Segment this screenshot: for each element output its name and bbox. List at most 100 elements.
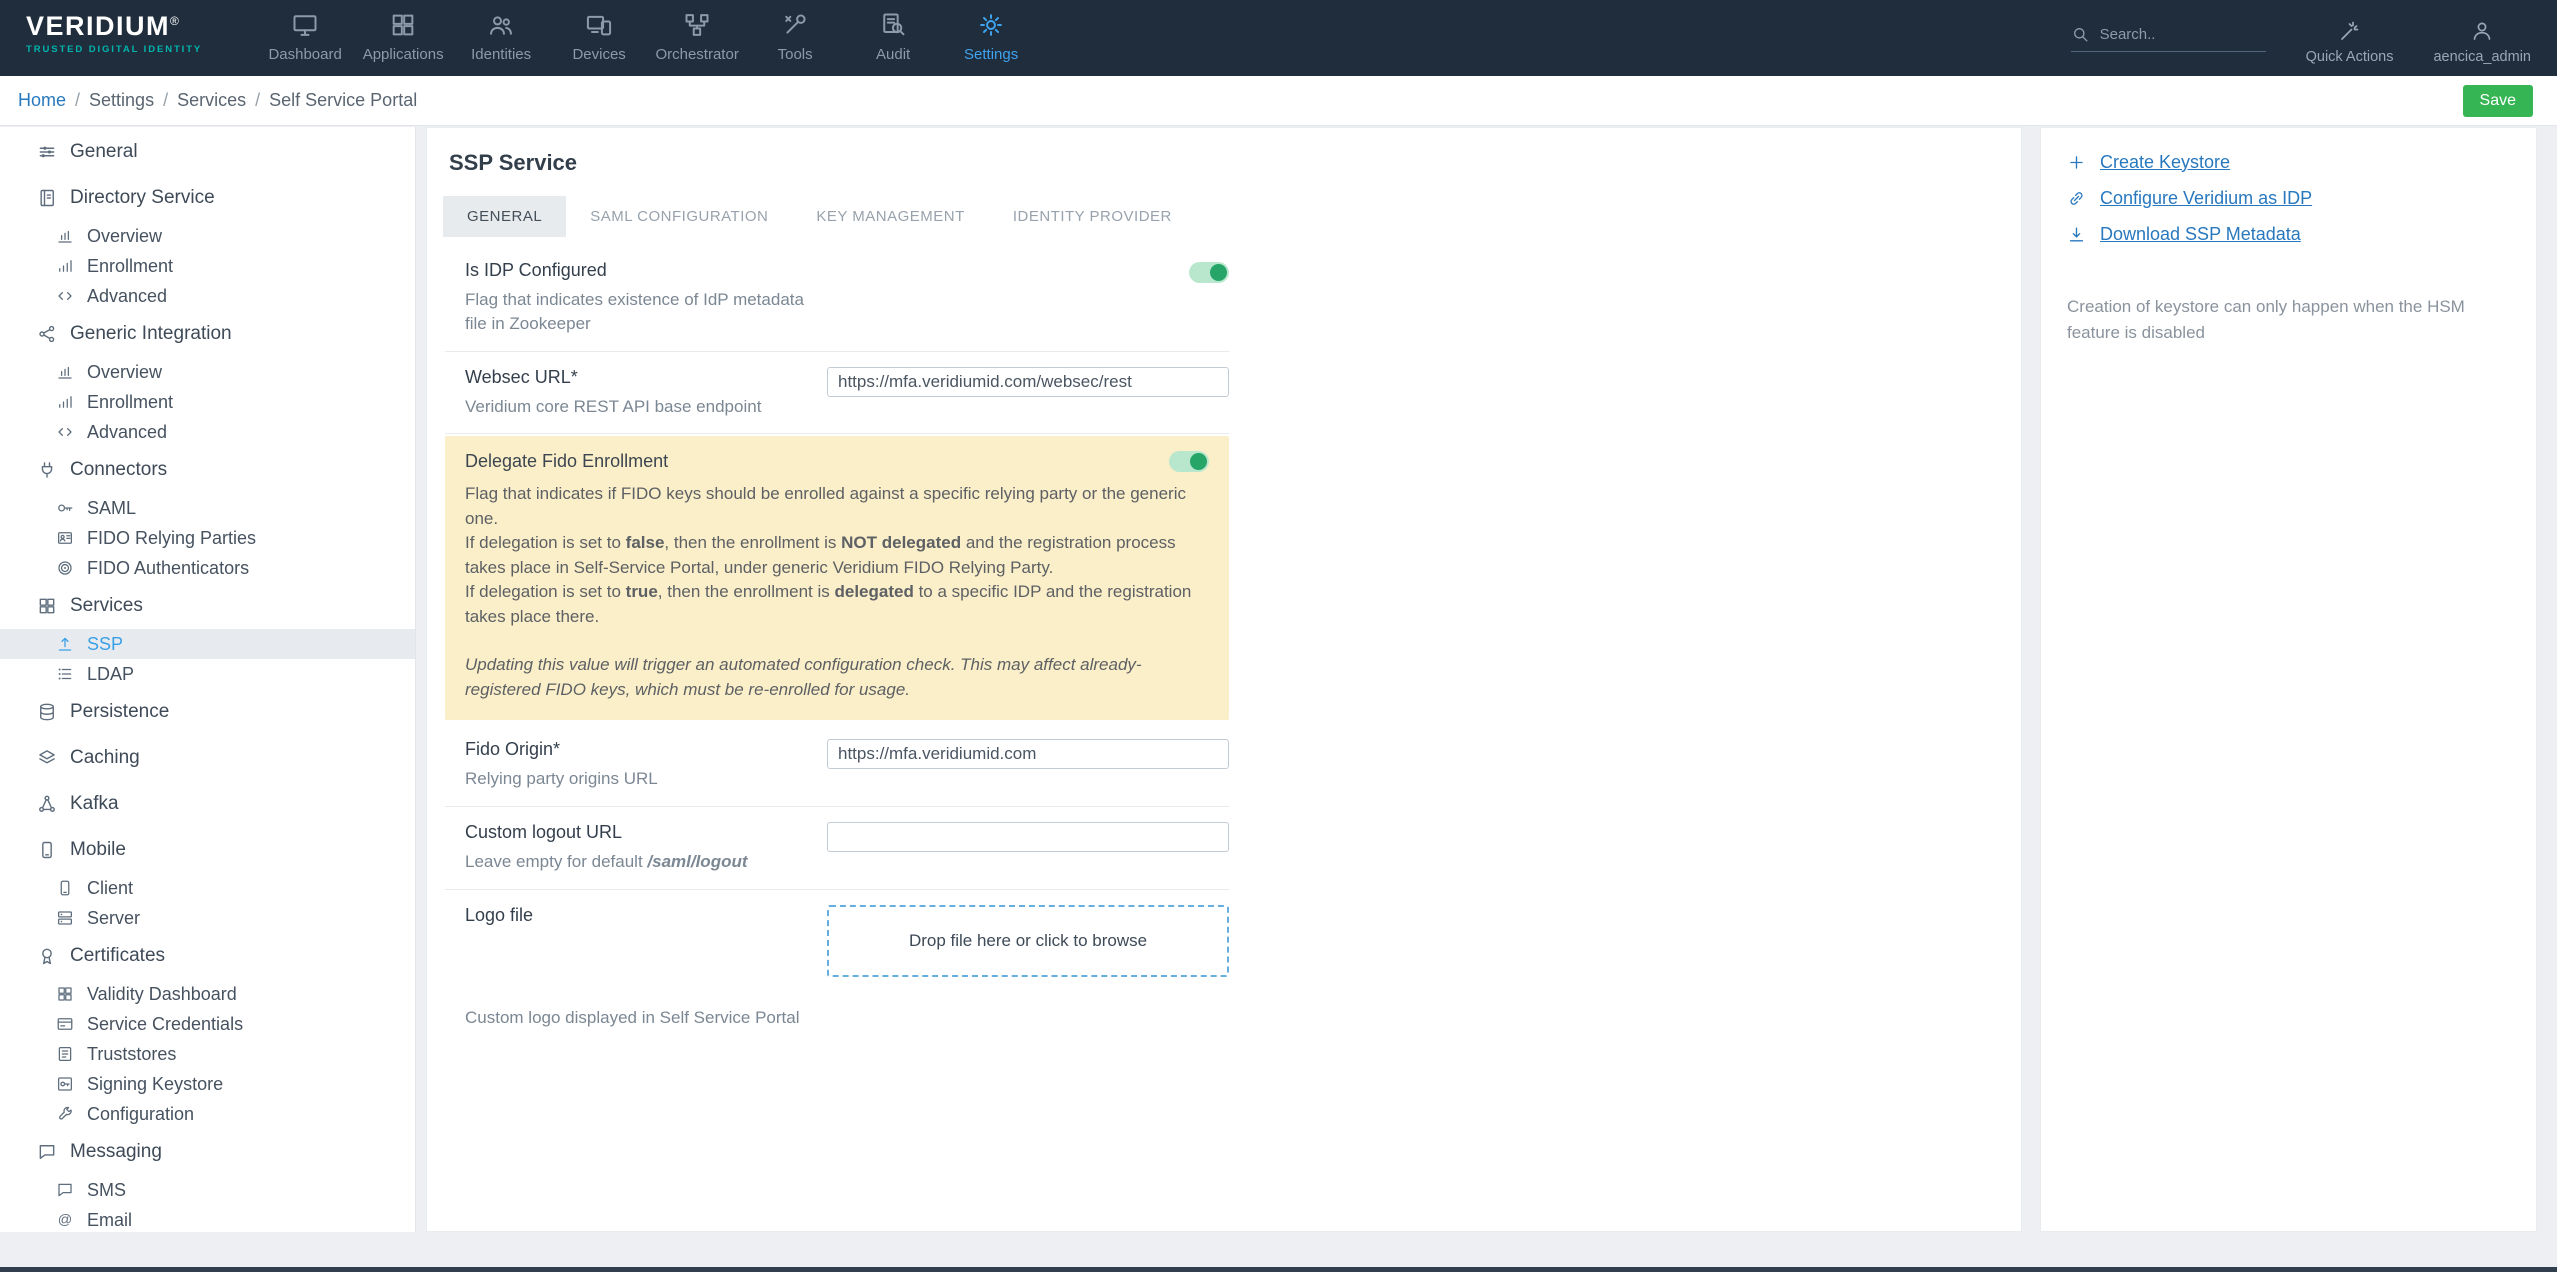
- sidebar-item-sms[interactable]: SMS: [0, 1175, 415, 1205]
- sidebar-item-service-credentials[interactable]: Service Credentials: [0, 1009, 415, 1039]
- breadcrumb-separator: /: [163, 90, 169, 110]
- sidebar-item-label: FIDO Authenticators: [87, 557, 250, 578]
- tab-bar: GENERAL SAML CONFIGURATION KEY MANAGEMENT I…: [443, 196, 2005, 237]
- sidebar-item-enrollment[interactable]: Enrollment: [0, 387, 415, 417]
- sidebar-item-certificates[interactable]: Certificates: [0, 933, 415, 979]
- download-ssp-metadata-link[interactable]: Download SSP Metadata: [2067, 216, 2510, 252]
- sidebar-item-generic-integration[interactable]: Generic Integration: [0, 311, 415, 357]
- sidebar-item-label: SMS: [87, 1179, 127, 1200]
- quick-actions-button[interactable]: Quick Actions: [2306, 11, 2393, 65]
- configure-veridium-as-idp-link[interactable]: Configure Veridium as IDP: [2067, 180, 2510, 216]
- sidebar-item-server[interactable]: Server: [0, 903, 415, 933]
- field-websec-url: Websec URL* Veridium core REST API base …: [445, 352, 1229, 435]
- devices-icon: [585, 11, 613, 39]
- sidebar-item-configuration[interactable]: Configuration: [0, 1099, 415, 1129]
- sidebar-item-messaging[interactable]: Messaging: [0, 1129, 415, 1175]
- sidebar-item-label: Connectors: [70, 459, 168, 480]
- field-is-idp-configured: Is IDP Configured Flag that indicates ex…: [445, 245, 1229, 352]
- custom-logout-url-desc: Leave empty for default /saml/logout: [465, 851, 748, 871]
- sidebar-item-label: Enrollment: [87, 391, 174, 412]
- settings-sidebar: General Directory Service Overview Enrollme…: [0, 127, 416, 1232]
- field-fido-origin: Fido Origin* Relying party origins URL: [445, 724, 1229, 807]
- sidebar-item-validity-dashboard[interactable]: Validity Dashboard: [0, 979, 415, 1009]
- sidebar-item-label: Service Credentials: [87, 1013, 244, 1034]
- custom-logout-url-input[interactable]: [827, 821, 1229, 852]
- breadcrumb-item-home[interactable]: Home: [18, 90, 66, 111]
- nav-item-identities[interactable]: Identities: [452, 0, 550, 76]
- panel-action-label: Create Keystore: [2100, 151, 2231, 172]
- sidebar-item-ssp[interactable]: SSP: [0, 629, 415, 659]
- sidebar-item-truststores[interactable]: Truststores: [0, 1039, 415, 1069]
- websec-url-input[interactable]: [827, 366, 1229, 397]
- sidebar-item-label: Validity Dashboard: [87, 983, 237, 1004]
- sidebar-item-label: SSP: [87, 633, 124, 654]
- sidebar-item-label: Services: [70, 595, 143, 616]
- sidebar-item-label: Configuration: [87, 1103, 195, 1124]
- toggle-knob: [1210, 264, 1227, 281]
- breadcrumb-item-services[interactable]: Services: [177, 90, 246, 111]
- delegate-fido-toggle[interactable]: [1169, 451, 1209, 473]
- tab-saml-configuration[interactable]: SAML CONFIGURATION: [566, 196, 792, 237]
- share-icon: [37, 324, 57, 344]
- nav-item-settings[interactable]: Settings: [942, 0, 1040, 76]
- fido-origin-input[interactable]: [827, 739, 1229, 770]
- nav-item-audit[interactable]: Audit: [844, 0, 942, 76]
- create-keystore-link[interactable]: Create Keystore: [2067, 144, 2510, 180]
- sidebar-item-label: Truststores: [87, 1043, 177, 1064]
- sidebar-item-mobile[interactable]: Mobile: [0, 827, 415, 873]
- book-icon: [37, 188, 57, 208]
- wrench-icon: [56, 1105, 74, 1123]
- sidebar-item-directory-service[interactable]: Directory Service: [0, 175, 415, 221]
- sidebar-item-label: Persistence: [70, 701, 170, 722]
- phone-icon: [37, 840, 57, 860]
- tab-general[interactable]: GENERAL: [443, 196, 567, 237]
- server-icon: [56, 909, 74, 927]
- form-fields: Is IDP Configured Flag that indicates ex…: [445, 245, 1229, 1028]
- tab-key-management[interactable]: KEY MANAGEMENT: [792, 196, 988, 237]
- sidebar-item-ldap[interactable]: LDAP: [0, 659, 415, 689]
- sidebar-item-connectors[interactable]: Connectors: [0, 447, 415, 493]
- sidebar-item-persistence[interactable]: Persistence: [0, 689, 415, 735]
- panel-action-label: Configure Veridium as IDP: [2100, 187, 2313, 208]
- logo-dropzone[interactable]: Drop file here or click to browse: [827, 904, 1229, 977]
- panel-action-label: Download SSP Metadata: [2100, 223, 2301, 244]
- award-icon: [37, 946, 57, 966]
- user-icon: [2470, 19, 2494, 43]
- sidebar-item-general[interactable]: General: [0, 129, 415, 175]
- breadcrumb-separator: /: [75, 90, 81, 110]
- sidebar-item-saml[interactable]: SAML: [0, 493, 415, 523]
- orchestrator-icon: [683, 11, 711, 39]
- delegate-fido-description: Flag that indicates if FIDO keys should …: [465, 484, 1192, 626]
- nav-item-applications[interactable]: Applications: [354, 0, 452, 76]
- veridium-logo[interactable]: VERIDIUM® TRUSTED DIGITAL IDENTITY: [0, 0, 228, 76]
- is-idp-configured-toggle[interactable]: [1189, 262, 1229, 283]
- sidebar-item-email[interactable]: @ Email: [0, 1205, 415, 1232]
- sliders-icon: [37, 142, 57, 162]
- applications-icon: [389, 11, 417, 39]
- sidebar-item-enrollment[interactable]: Enrollment: [0, 251, 415, 281]
- nav-item-dashboard[interactable]: Dashboard: [256, 0, 354, 76]
- chat-icon: [37, 1142, 57, 1162]
- sidebar-item-overview[interactable]: Overview: [0, 221, 415, 251]
- tab-identity-provider[interactable]: IDENTITY PROVIDER: [989, 196, 1196, 237]
- nav-item-orchestrator[interactable]: Orchestrator: [648, 0, 746, 76]
- sidebar-item-overview[interactable]: Overview: [0, 357, 415, 387]
- top-navbar: VERIDIUM® TRUSTED DIGITAL IDENTITY Dashb…: [0, 0, 2557, 76]
- sidebar-item-advanced[interactable]: Advanced: [0, 281, 415, 311]
- save-button[interactable]: Save: [2462, 84, 2533, 117]
- delegate-fido-warning-note: Updating this value will trigger an auto…: [465, 655, 1142, 699]
- sidebar-item-advanced[interactable]: Advanced: [0, 417, 415, 447]
- sidebar-item-signing-keystore[interactable]: Signing Keystore: [0, 1069, 415, 1099]
- nav-item-devices[interactable]: Devices: [550, 0, 648, 76]
- sidebar-item-fido-relying-parties[interactable]: FIDO Relying Parties: [0, 523, 415, 553]
- sidebar-item-client[interactable]: Client: [0, 873, 415, 903]
- user-menu[interactable]: aencica_admin: [2433, 11, 2531, 65]
- sidebar-item-kafka[interactable]: Kafka: [0, 781, 415, 827]
- sidebar-item-caching[interactable]: Caching: [0, 735, 415, 781]
- search-input[interactable]: [2097, 24, 2266, 44]
- breadcrumb-item-settings[interactable]: Settings: [89, 90, 154, 111]
- nav-item-label: Dashboard: [268, 46, 342, 63]
- sidebar-item-fido-authenticators[interactable]: FIDO Authenticators: [0, 553, 415, 583]
- sidebar-item-services[interactable]: Services: [0, 583, 415, 629]
- nav-item-tools[interactable]: Tools: [746, 0, 844, 76]
